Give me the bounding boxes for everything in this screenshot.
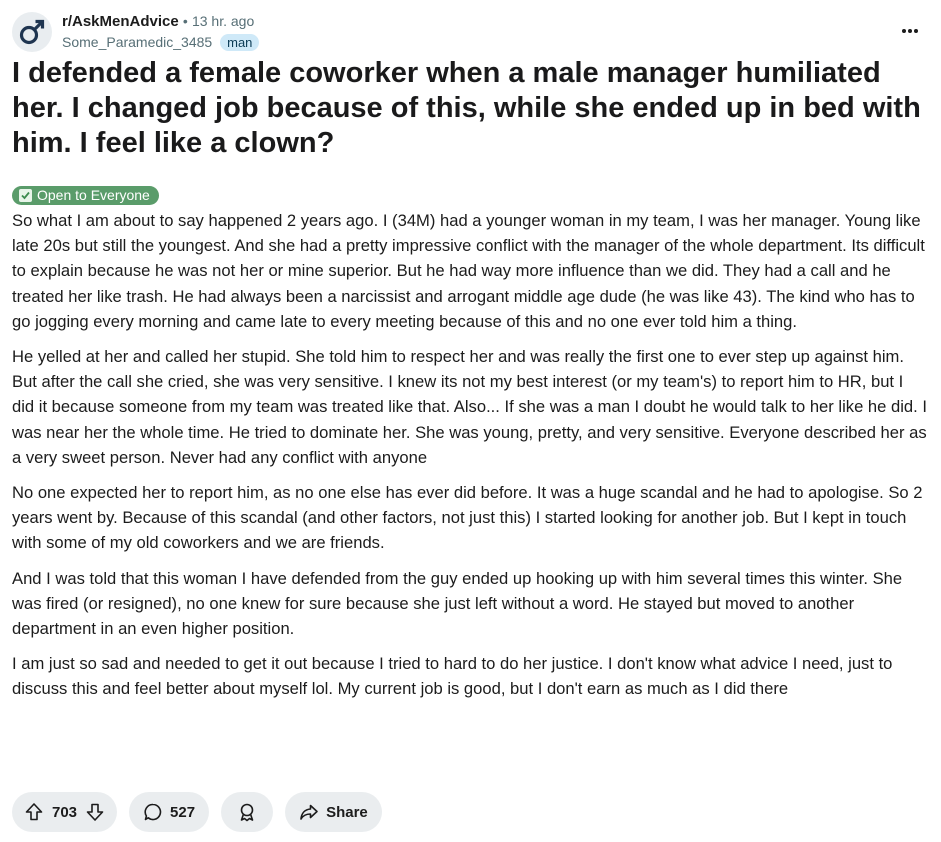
subreddit-link[interactable]: r/AskMenAdvice: [62, 13, 179, 30]
post-paragraph: He yelled at her and called her stupid. …: [12, 347, 927, 467]
male-symbol-icon: [19, 19, 45, 45]
subreddit-avatar[interactable]: [12, 12, 52, 52]
downvote-button[interactable]: [85, 802, 105, 822]
post-paragraph: And I was told that this woman I have de…: [12, 568, 903, 639]
post-body: So what I am about to say happened 2 yea…: [12, 208, 930, 712]
post-paragraph: I am just so sad and needed to get it ou…: [12, 654, 893, 699]
post-paragraph: So what I am about to say happened 2 yea…: [12, 211, 925, 331]
share-label: Share: [326, 803, 368, 821]
post-actions: 703 527 Share: [12, 792, 382, 832]
upvote-button[interactable]: [24, 802, 44, 822]
award-icon: [240, 803, 254, 822]
share-button[interactable]: Share: [285, 792, 382, 832]
post-flair-label: Open to Everyone: [37, 187, 150, 203]
post-title[interactable]: I defended a female coworker when a male…: [12, 56, 922, 161]
post-meta: r/AskMenAdvice • 13 hr. ago Some_Paramed…: [62, 12, 260, 52]
post-time: 13 hr. ago: [191, 13, 255, 29]
meta-separator: •: [182, 13, 188, 29]
comment-count: 527: [170, 803, 196, 821]
comments-button[interactable]: 527: [129, 792, 210, 832]
post-paragraph: No one expected her to report him, as no…: [12, 483, 923, 553]
ellipsis-icon: [902, 29, 918, 33]
post-flair[interactable]: Open to Everyone: [12, 186, 159, 205]
arrow-up-icon: [25, 803, 43, 821]
author-link[interactable]: Some_Paramedic_3485: [62, 34, 212, 50]
vote-control: 703: [12, 792, 118, 832]
checkbox-icon: [19, 189, 32, 202]
vote-count: 703: [52, 803, 78, 821]
post-header: r/AskMenAdvice • 13 hr. ago Some_Paramed…: [12, 10, 929, 54]
overflow-menu-button[interactable]: [897, 18, 923, 44]
arrow-down-icon: [86, 803, 104, 821]
speech-bubble-icon: [144, 803, 162, 821]
user-flair: man: [220, 34, 260, 51]
award-button[interactable]: [221, 792, 274, 832]
share-arrow-icon: [300, 804, 318, 820]
